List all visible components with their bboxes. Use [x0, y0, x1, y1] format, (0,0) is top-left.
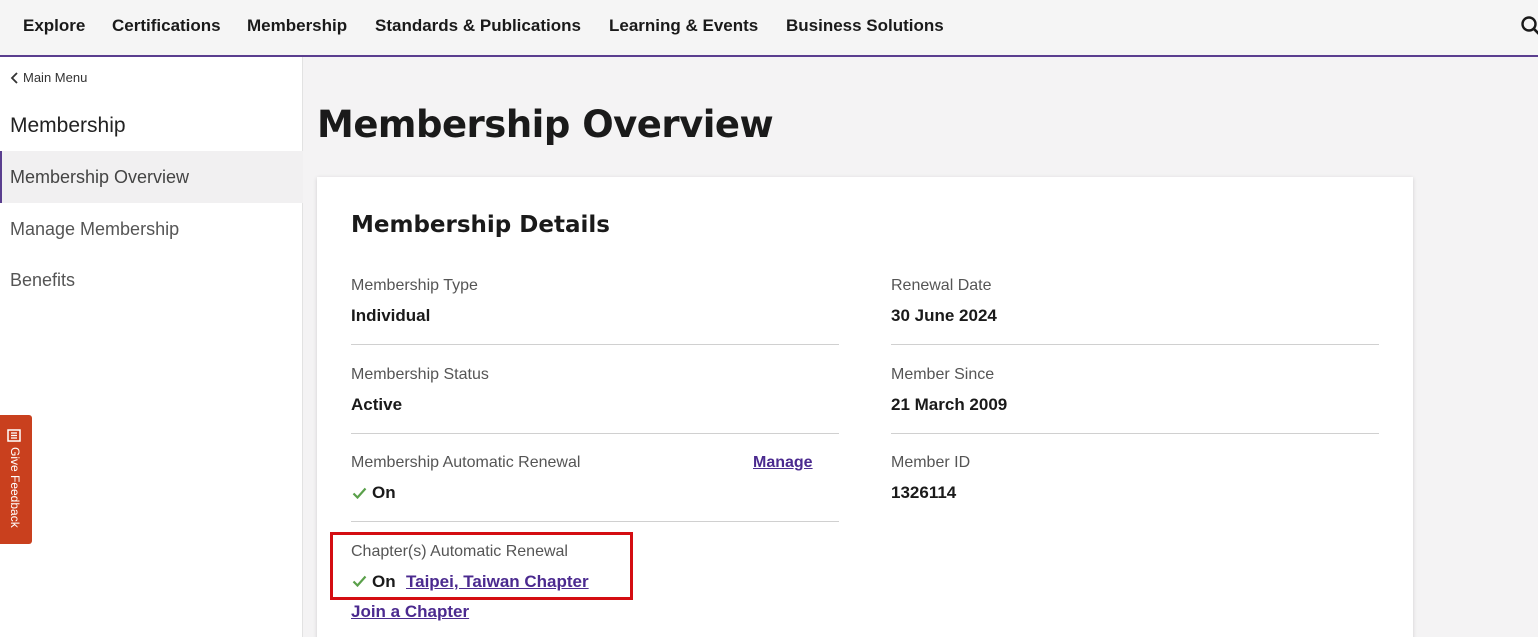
- divider: [891, 344, 1379, 345]
- nav-learning-events[interactable]: Learning & Events: [609, 16, 758, 36]
- membership-status-label: Membership Status: [351, 366, 489, 383]
- top-navigation: Explore Certifications Membership Standa…: [0, 0, 1538, 57]
- member-id-value: 1326114: [891, 483, 957, 502]
- feedback-form-icon: [7, 429, 21, 442]
- chapter-link[interactable]: Taipei, Taiwan Chapter: [406, 572, 589, 592]
- manage-renewal-link[interactable]: Manage: [753, 454, 813, 472]
- nav-business-solutions[interactable]: Business Solutions: [786, 16, 944, 36]
- nav-standards-publications[interactable]: Standards & Publications: [375, 16, 581, 36]
- sidebar: Main Menu Membership Membership Overview…: [0, 57, 303, 637]
- search-icon[interactable]: [1520, 15, 1538, 37]
- chevron-left-icon: [10, 71, 18, 84]
- divider: [351, 344, 839, 345]
- membership-type-label: Membership Type: [351, 277, 478, 294]
- nav-explore[interactable]: Explore: [23, 16, 85, 36]
- sidebar-item-membership-overview[interactable]: Membership Overview: [0, 151, 303, 203]
- membership-type-value: Individual: [351, 306, 431, 325]
- card-title: Membership Details: [351, 212, 610, 238]
- sidebar-title: Membership: [10, 114, 126, 137]
- sidebar-item-label: Benefits: [10, 269, 76, 290]
- auto-renewal-value: On: [372, 483, 396, 502]
- sidebar-item-label: Manage Membership: [10, 218, 180, 239]
- main-menu-link[interactable]: Main Menu: [10, 70, 87, 85]
- divider: [351, 521, 839, 522]
- membership-status-value: Active: [351, 395, 403, 414]
- divider: [351, 433, 839, 434]
- renewal-date-value: 30 June 2024: [891, 306, 997, 325]
- member-since-value: 21 March 2009: [891, 395, 1008, 414]
- member-since-label: Member Since: [891, 366, 995, 383]
- member-id-label: Member ID: [891, 454, 971, 471]
- auto-renewal-label: Membership Automatic Renewal: [351, 454, 581, 471]
- feedback-label: Give Feedback: [8, 447, 22, 528]
- main-menu-label: Main Menu: [23, 70, 88, 85]
- divider: [891, 433, 1379, 434]
- chapter-renewal-value: On: [372, 572, 396, 591]
- sidebar-item-label: Membership Overview: [10, 166, 190, 187]
- check-icon: [352, 487, 367, 499]
- give-feedback-button[interactable]: Give Feedback: [0, 415, 32, 544]
- nav-membership[interactable]: Membership: [247, 16, 347, 36]
- join-chapter-link[interactable]: Join a Chapter: [351, 602, 469, 622]
- nav-certifications[interactable]: Certifications: [112, 16, 221, 36]
- renewal-date-label: Renewal Date: [891, 277, 992, 294]
- sidebar-item-benefits[interactable]: Benefits: [0, 254, 303, 306]
- check-icon: [352, 575, 367, 587]
- sidebar-item-manage-membership[interactable]: Manage Membership: [0, 203, 303, 255]
- chapter-renewal-label: Chapter(s) Automatic Renewal: [351, 543, 568, 560]
- page-title: Membership Overview: [317, 103, 774, 146]
- membership-details-card: Membership Details Membership Type Indiv…: [317, 177, 1413, 637]
